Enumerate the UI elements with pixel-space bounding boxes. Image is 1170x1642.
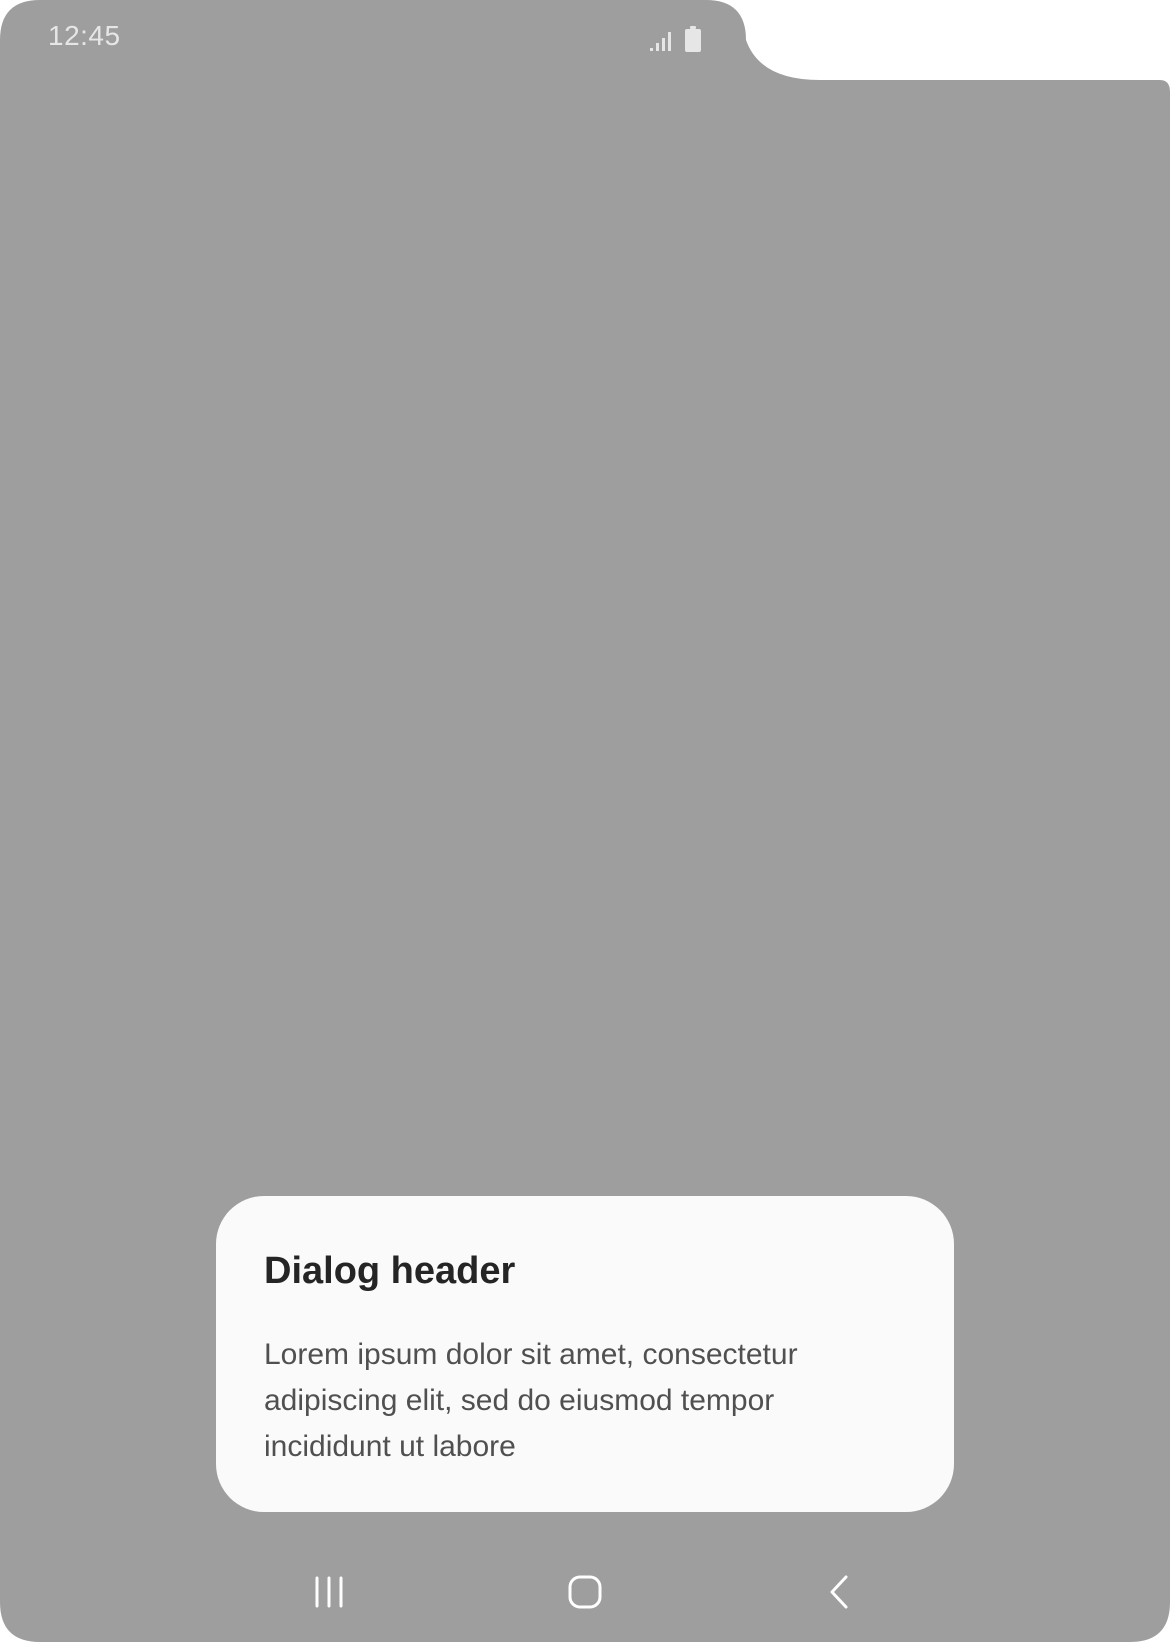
status-icons <box>648 26 704 54</box>
status-bar: 12:45 <box>0 0 746 80</box>
signal-icon <box>650 32 671 51</box>
back-button[interactable] <box>798 1550 882 1634</box>
dialog-header: Dialog header <box>264 1250 516 1292</box>
home-icon <box>568 1575 602 1609</box>
home-button[interactable] <box>543 1550 627 1634</box>
recents-button[interactable] <box>287 1550 371 1634</box>
back-icon <box>830 1575 848 1609</box>
status-time: 12:45 <box>48 20 121 51</box>
recents-icon <box>315 1576 343 1608</box>
device-screen: 12:45 Dialog header Lorem ipsum dolor si… <box>0 0 1170 1642</box>
battery-icon <box>685 26 701 52</box>
dialog: Dialog header Lorem ipsum dolor sit amet… <box>216 1196 954 1512</box>
dialog-body: Lorem ipsum dolor sit amet, consectetur … <box>264 1338 798 1463</box>
navigation-bar <box>0 1550 1170 1634</box>
